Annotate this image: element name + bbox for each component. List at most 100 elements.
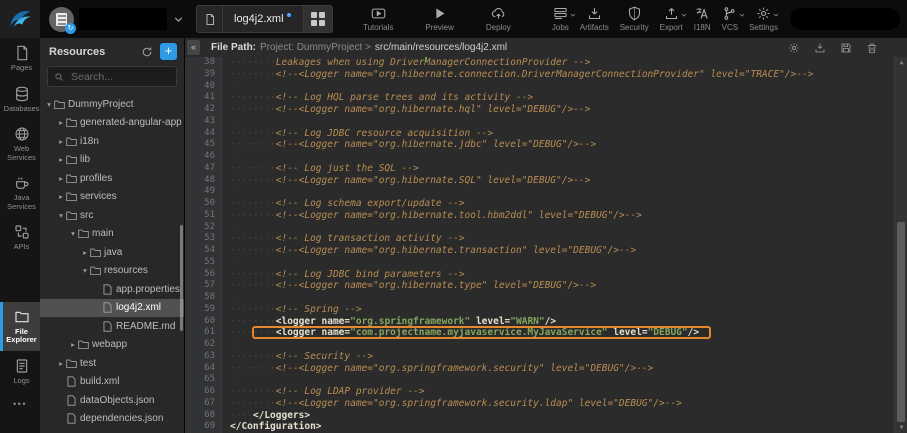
topbar-action-label: Preview — [425, 23, 453, 32]
topbar-i18n-button[interactable]: I18N — [694, 6, 711, 32]
line-number: 42 — [185, 104, 222, 116]
topbar-artifacts-button[interactable]: Artifacts — [580, 6, 609, 32]
tree-item-readme-md[interactable]: README.md — [40, 317, 184, 336]
download-file-icon[interactable] — [814, 42, 826, 54]
line-content: ········<!--<Logger name="org.hibernate.… — [230, 175, 590, 187]
line-number: 66 — [185, 386, 222, 398]
tree-item-webapp[interactable]: ▸webapp — [40, 336, 184, 355]
redacted-user-area[interactable] — [790, 8, 900, 30]
app-logo[interactable] — [0, 0, 40, 38]
jobs-icon — [553, 6, 568, 21]
delete-file-icon[interactable] — [866, 42, 878, 54]
tree-item-main[interactable]: ▾main — [40, 225, 184, 244]
tree-item-dataobjects-json[interactable]: dataObjects.json — [40, 391, 184, 410]
topbar-deploy-button[interactable]: Deploy — [486, 6, 511, 32]
save-file-icon[interactable] — [840, 42, 852, 54]
tree-item-generated-angular-app[interactable]: ▸generated-angular-app — [40, 114, 184, 133]
add-resource-button[interactable]: + — [160, 43, 177, 60]
tree-item-src[interactable]: ▾src — [40, 206, 184, 225]
topbar-action-label: Artifacts — [580, 23, 609, 32]
wave-logo-icon — [7, 6, 33, 32]
search-input[interactable] — [69, 70, 170, 84]
folder-icon — [78, 228, 92, 239]
tree-item-app-properties[interactable]: app.properties — [40, 280, 184, 299]
tree-item-test[interactable]: ▸test — [40, 354, 184, 373]
topbar-preview-button[interactable]: Preview — [425, 6, 453, 32]
editor-settings-icon[interactable] — [788, 42, 800, 54]
tree-item-build-xml[interactable]: build.xml — [40, 373, 184, 392]
line-content: · — [230, 292, 236, 304]
project-icon: ↻ — [49, 7, 74, 32]
collapse-panel-button[interactable]: « — [187, 40, 200, 55]
line-number: 54 — [185, 245, 222, 257]
sidebar-item-file-explorer[interactable]: File Explorer — [0, 302, 40, 351]
topbar-security-button[interactable]: Security — [620, 6, 649, 32]
chevron-down-icon — [172, 13, 185, 26]
tree-item-profiles[interactable]: ▸profiles — [40, 169, 184, 188]
topbar-settings-button[interactable]: Settings — [749, 6, 778, 32]
tree-item-lib[interactable]: ▸lib — [40, 151, 184, 170]
code-line-47: 47········<!-- Log just the SQL --> — [185, 163, 907, 175]
tree-item-dependencies-json[interactable]: dependencies.json — [40, 410, 184, 429]
refresh-icon[interactable] — [141, 46, 153, 58]
arrow-down-icon: ▾ — [44, 100, 54, 109]
open-file-tab[interactable]: log4j2.xml — [196, 5, 333, 33]
tree-item-label: main — [92, 228, 114, 239]
sidebar-more-button[interactable]: ••• — [0, 391, 40, 433]
line-content: · — [230, 81, 236, 93]
tree-item-java[interactable]: ▸java — [40, 243, 184, 262]
tree-item-label: src — [80, 210, 93, 221]
tree-item-services[interactable]: ▸services — [40, 188, 184, 207]
topbar-export-button[interactable]: Export — [660, 6, 683, 32]
line-number: 52 — [185, 222, 222, 234]
arrow-right-icon: ▸ — [56, 118, 66, 127]
tab-file-name: log4j2.xml — [234, 13, 284, 25]
topbar-action-label: Security — [620, 23, 649, 32]
sidebar-item-web-services[interactable]: Web Services — [0, 119, 40, 168]
code-line-69: 69</Configuration> — [185, 421, 907, 433]
line-content: ········<!--<Logger name="org.hibernate.… — [230, 139, 596, 151]
tree-scrollbar[interactable] — [180, 225, 183, 331]
top-bar: ↻ log4j2.xml Tutorials Preview Deploy Jobs… — [0, 0, 907, 38]
topbar-vcs-button[interactable]: VCS — [722, 6, 738, 32]
resource-search-box[interactable] — [47, 66, 177, 87]
code-line-51: 51········<!--<Logger name="org.hibernat… — [185, 210, 907, 222]
scroll-down-arrow-icon[interactable]: ▼ — [895, 424, 907, 431]
scroll-up-arrow-icon[interactable]: ▲ — [895, 59, 907, 66]
line-content: ········<!--<Logger name="org.hibernate.… — [230, 210, 642, 222]
sidebar-item-apis[interactable]: APIs — [0, 217, 40, 258]
project-switcher[interactable]: ↻ — [49, 7, 185, 32]
topbar-tutorials-button[interactable]: Tutorials — [363, 6, 393, 32]
tree-item-label: app.properties — [116, 284, 180, 295]
folder-icon — [66, 358, 80, 369]
line-number: 44 — [185, 128, 222, 140]
code-line-48: 48········<!--<Logger name="org.hibernat… — [185, 175, 907, 187]
line-content: · — [230, 186, 236, 198]
line-number: 38 — [185, 57, 222, 69]
line-content: ········<!-- Spring --> — [230, 304, 362, 316]
code-editor[interactable]: 38········Leakages when using DriverMana… — [185, 57, 907, 433]
arrow-right-icon: ▸ — [56, 359, 66, 368]
code-line-54: 54········<!--<Logger name="org.hibernat… — [185, 245, 907, 257]
code-line-55: 55· — [185, 257, 907, 269]
topbar-actions-left: Tutorials Preview Deploy — [363, 6, 511, 32]
tree-item-i18n[interactable]: ▸i18n — [40, 132, 184, 151]
scrollbar-thumb[interactable] — [897, 222, 905, 421]
tree-item-dummyproject[interactable]: ▾DummyProject — [40, 95, 184, 114]
video-icon — [371, 6, 386, 21]
sidebar-item-databases[interactable]: Databases — [0, 79, 40, 120]
line-content: · — [230, 151, 236, 163]
export-icon — [664, 6, 679, 21]
topbar-jobs-button[interactable]: Jobs — [552, 6, 569, 32]
sidebar-item-logs[interactable]: Logs — [0, 351, 40, 392]
editor-scrollbar[interactable]: ▲ ▼ — [894, 57, 907, 433]
tree-item-log4j2-xml[interactable]: log4j2.xml — [40, 299, 184, 318]
tree-item-resources[interactable]: ▾resources — [40, 262, 184, 281]
folder-icon — [66, 154, 80, 165]
layout-grid-icon[interactable] — [303, 6, 332, 32]
code-line-56: 56········<!-- Log JDBC bind parameters … — [185, 269, 907, 281]
line-number: 64 — [185, 363, 222, 375]
redacted-project-name — [79, 8, 167, 30]
sidebar-item-pages[interactable]: Pages — [0, 38, 40, 79]
sidebar-item-java-services[interactable]: Java Services — [0, 168, 40, 217]
